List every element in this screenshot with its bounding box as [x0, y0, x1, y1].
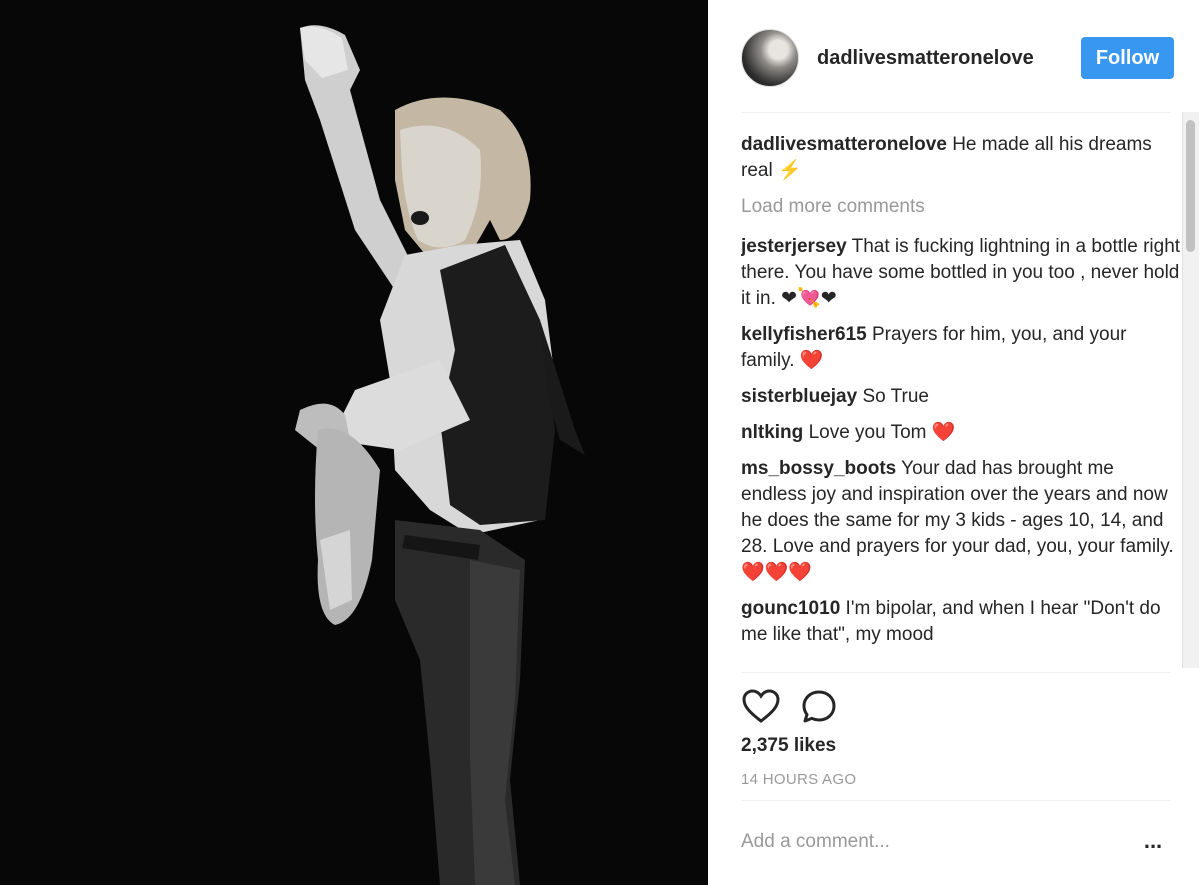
- header-username[interactable]: dadlivesmatteronelove: [817, 47, 1081, 70]
- header-divider: [741, 112, 1171, 113]
- comments-divider: [741, 672, 1171, 673]
- comment-username[interactable]: sisterbluejay: [741, 386, 857, 407]
- follow-button[interactable]: Follow: [1081, 37, 1174, 79]
- comment-username[interactable]: nltking: [741, 422, 803, 443]
- list-item: ms_bossy_boots Your dad has brought me e…: [741, 456, 1181, 586]
- list-item: gounc1010 I'm bipolar, and when I hear "…: [741, 596, 1181, 648]
- post-actions: [741, 686, 941, 728]
- comment-username[interactable]: jesterjersey: [741, 236, 847, 257]
- post-header: dadlivesmatteronelove Follow: [741, 28, 1174, 88]
- list-item: jesterjersey That is fucking lightning i…: [741, 234, 1181, 312]
- scrollbar-thumb[interactable]: [1186, 120, 1195, 252]
- load-more-comments-link[interactable]: Load more comments: [741, 194, 1181, 220]
- comment-bubble-icon[interactable]: [799, 687, 839, 727]
- more-options-icon[interactable]: ...: [1138, 826, 1168, 856]
- list-item: kellyfisher615 Prayers for him, you, and…: [741, 322, 1181, 374]
- heart-emoji: ❤️: [799, 350, 824, 371]
- list-item: sisterbluejay So True: [741, 384, 1181, 410]
- heart-emoji: ❤️: [931, 422, 956, 443]
- add-comment-input[interactable]: [741, 822, 1136, 862]
- heart-outline-icon[interactable]: [741, 687, 781, 727]
- comment-username[interactable]: ms_bossy_boots: [741, 458, 896, 479]
- comments-list[interactable]: dadlivesmatteronelove He made all his dr…: [741, 120, 1181, 670]
- comment-username[interactable]: gounc1010: [741, 598, 840, 619]
- heart-emoji: ❤️❤️❤️: [741, 562, 812, 583]
- comment-text: So True: [862, 386, 929, 407]
- avatar[interactable]: [741, 29, 799, 87]
- post-timestamp: 14 HOURS AGO: [741, 771, 857, 788]
- post-photo[interactable]: [0, 0, 708, 885]
- post-details-panel: dadlivesmatteronelove Follow dadlivesmat…: [708, 0, 1200, 885]
- comment-username[interactable]: kellyfisher615: [741, 324, 867, 345]
- concert-photo-image: [0, 0, 708, 885]
- comment-text: Love you Tom: [808, 422, 927, 443]
- comments-scrollbar[interactable]: [1182, 112, 1199, 668]
- caption: dadlivesmatteronelove He made all his dr…: [741, 132, 1181, 184]
- list-item: nltking Love you Tom ❤️: [741, 420, 1181, 446]
- caption-username[interactable]: dadlivesmatteronelove: [741, 134, 947, 155]
- footer-divider: [741, 800, 1171, 801]
- likes-count[interactable]: 2,375 likes: [741, 735, 836, 757]
